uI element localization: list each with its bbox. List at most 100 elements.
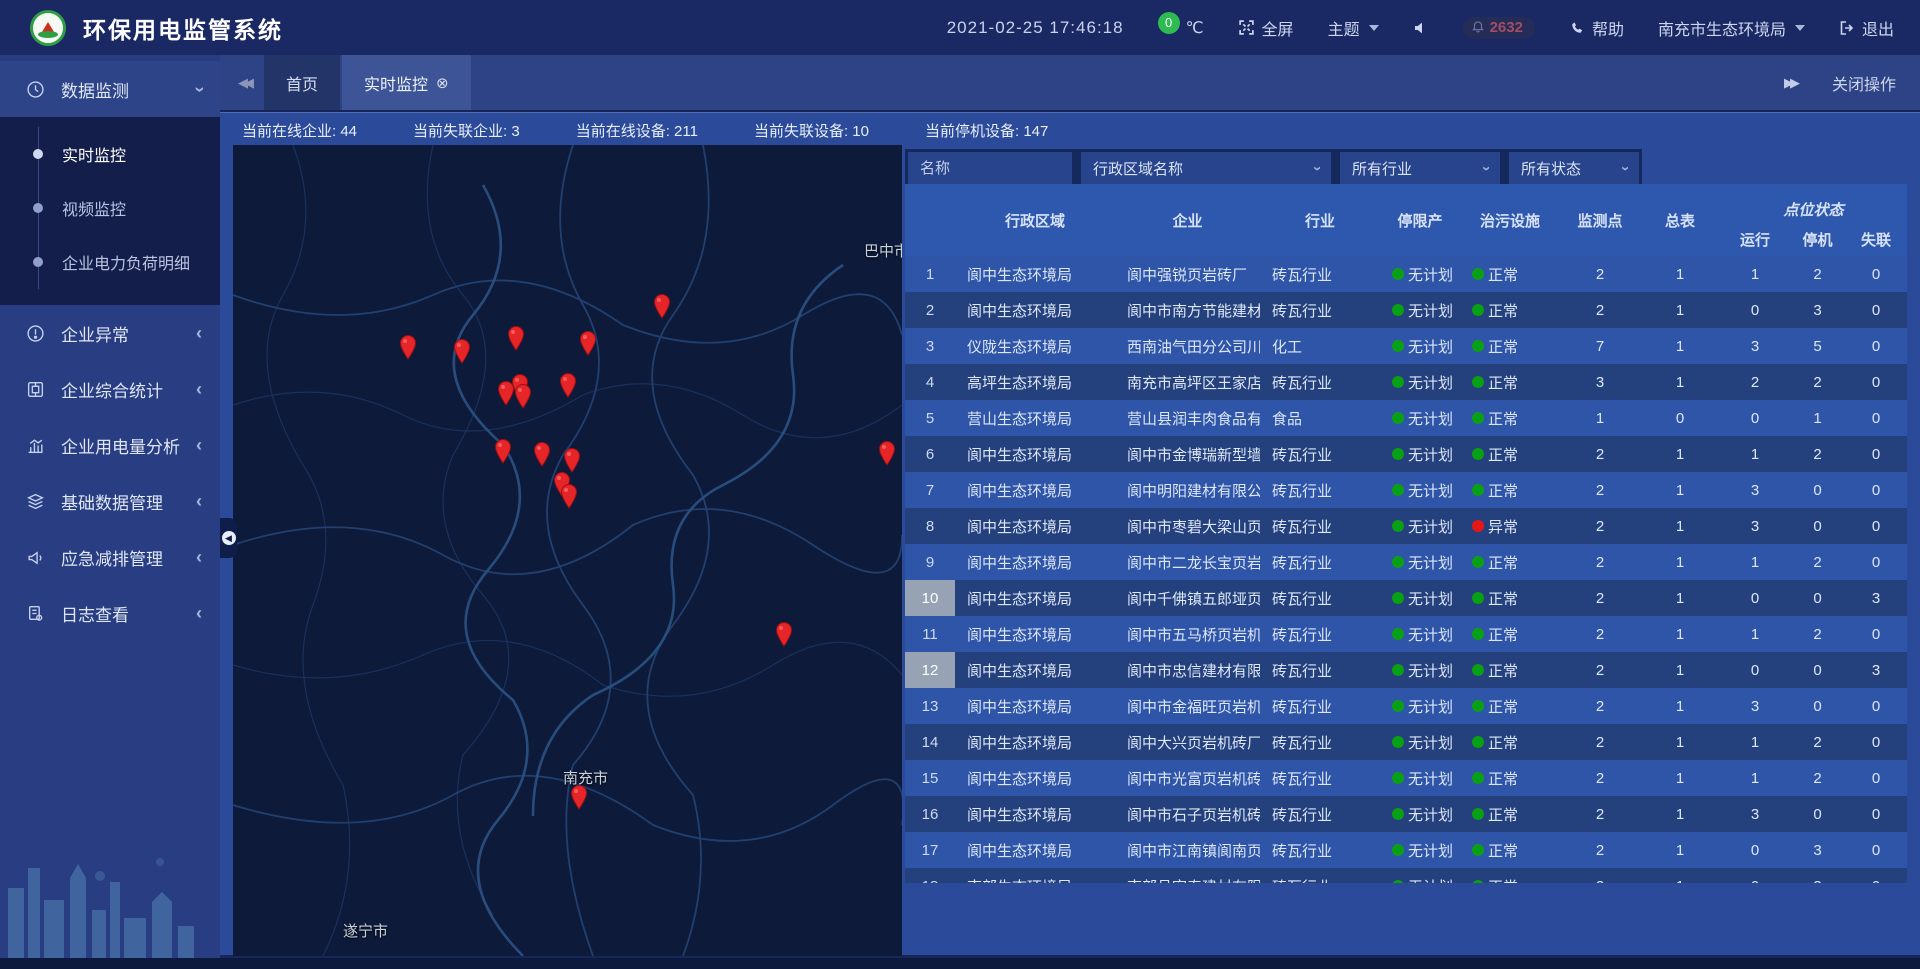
chevron-left-icon: ◀ — [222, 531, 236, 545]
status-label: 正常 — [1488, 804, 1518, 825]
org-menu[interactable]: 南充市生态环境局 — [1658, 16, 1805, 40]
sidebar-item-基础数据管理[interactable]: 基础数据管理‹ — [0, 473, 220, 529]
map-location-pin[interactable] — [877, 440, 897, 466]
tab-首页[interactable]: 首页 — [264, 55, 340, 110]
map-location-pin[interactable] — [652, 293, 672, 319]
map-location-pin[interactable] — [452, 338, 472, 364]
table-row[interactable]: 15阆中生态环境局阆中市光富页岩机砖厂砖瓦行业无计划正常21120 — [905, 760, 1907, 796]
table-row[interactable]: 17阆中生态环境局阆中市江南镇阆南页岩砖瓦行业无计划正常21030 — [905, 832, 1907, 868]
tabs-scroll-left-button[interactable]: ◀◀ — [220, 55, 264, 110]
map-location-pin[interactable] — [513, 383, 533, 409]
table-row[interactable]: 13阆中生态环境局阆中市金福旺页岩机砖砖瓦行业无计划正常21300 — [905, 688, 1907, 724]
table-row[interactable]: 3仪陇生态环境局西南油气田分公司川中化工无计划正常71350 — [905, 328, 1907, 364]
name-filter-input[interactable] — [908, 152, 1072, 184]
cell-monitor-count: 2 — [1560, 616, 1640, 652]
cell-industry: 砖瓦行业 — [1260, 652, 1380, 688]
cell-industry: 砖瓦行业 — [1260, 292, 1380, 328]
table-row[interactable]: 11阆中生态环境局阆中市五马桥页岩机砖砖瓦行业无计划正常21120 — [905, 616, 1907, 652]
industry-filter-select[interactable]: 所有行业‹ — [1340, 152, 1500, 184]
chevron-down-icon: ‹ — [1308, 166, 1325, 171]
table-row[interactable]: 7阆中生态环境局阆中明阳建材有限公司砖瓦行业无计划正常21300 — [905, 472, 1907, 508]
cell-company: 南充市高坪区王家店建 — [1115, 364, 1260, 400]
sidebar-subitem-实时监控[interactable]: 实时监控 — [0, 127, 220, 181]
cell-running-count: 3 — [1720, 508, 1790, 544]
table-row[interactable]: 5营山生态环境局营山县润丰肉食品有限食品无计划正常10010 — [905, 400, 1907, 436]
notification-count: 2632 — [1490, 19, 1523, 36]
notification-badge[interactable]: 2632 — [1463, 17, 1535, 39]
alert-icon — [26, 324, 45, 343]
row-index: 14 — [905, 724, 955, 760]
cell-stopped-count: 2 — [1790, 760, 1845, 796]
map-location-pin[interactable] — [578, 330, 598, 356]
table-row[interactable]: 18南部生态环境局南部县宏泰建材有限公砖瓦行业无计划正常21030 — [905, 868, 1907, 883]
col-header-meter: 总表 — [1640, 184, 1720, 256]
sidebar-nav: 数据监测‹实时监控视频监控企业电力负荷明细企业异常‹企业综合统计‹企业用电量分析… — [0, 55, 220, 958]
map-location-pin[interactable] — [774, 621, 794, 647]
table-row[interactable]: 12阆中生态环境局阆中市忠信建材有限公砖瓦行业无计划正常21003 — [905, 652, 1907, 688]
sidebar-item-应急减排管理[interactable]: 应急减排管理‹ — [0, 529, 220, 585]
theme-menu[interactable]: 主题 — [1328, 16, 1379, 40]
region-filter-select[interactable]: 行政区域名称‹ — [1081, 152, 1331, 184]
map-location-pin[interactable] — [569, 784, 589, 810]
status-dot-green — [1392, 448, 1404, 460]
table-row[interactable]: 1阆中生态环境局阆中强锐页岩砖厂砖瓦行业无计划正常21120 — [905, 256, 1907, 292]
cell-company: 阆中市五马桥页岩机砖 — [1115, 616, 1260, 652]
monitoring-map[interactable]: 巴中市南充市遂宁市 — [233, 145, 902, 956]
table-row[interactable]: 8阆中生态环境局阆中市枣碧大梁山页岩砖瓦行业无计划异常21300 — [905, 508, 1907, 544]
map-location-pin[interactable] — [562, 447, 582, 473]
chevron-down-icon — [1369, 25, 1379, 31]
table-row[interactable]: 9阆中生态环境局阆中市二龙长宝页岩砖砖瓦行业无计划正常21120 — [905, 544, 1907, 580]
table-row[interactable]: 14阆中生态环境局阆中大兴页岩机砖厂砖瓦行业无计划正常21120 — [905, 724, 1907, 760]
status-label: 无计划 — [1408, 516, 1453, 537]
status-label: 无计划 — [1408, 624, 1453, 645]
map-location-pin[interactable] — [559, 483, 579, 509]
table-row[interactable]: 2阆中生态环境局阆中市南方节能建材有砖瓦行业无计划正常21030 — [905, 292, 1907, 328]
name-input[interactable] — [920, 160, 1060, 177]
sidebar-subitem-视频监控[interactable]: 视频监控 — [0, 181, 220, 235]
sidebar-item-企业用电量分析[interactable]: 企业用电量分析‹ — [0, 417, 220, 473]
sidebar-item-企业异常[interactable]: 企业异常‹ — [0, 305, 220, 361]
table-row[interactable]: 10阆中生态环境局阆中千佛镇五郎垭页岩砖瓦行业无计划正常21003 — [905, 580, 1907, 616]
app-title: 环保用电监管系统 — [83, 11, 283, 45]
tab-实时监控[interactable]: 实时监控⊗ — [342, 55, 471, 110]
sidebar-item-数据监测[interactable]: 数据监测‹ — [0, 61, 220, 117]
sidebar-item-label: 企业异常 — [61, 321, 129, 346]
close-operations-button[interactable]: 关闭操作 — [1832, 71, 1896, 95]
chevron-down-icon: ‹ — [189, 86, 210, 92]
logout-button[interactable]: 退出 — [1839, 16, 1894, 40]
sidebar-item-日志查看[interactable]: 日志查看‹ — [0, 585, 220, 641]
status-filter-select[interactable]: 所有状态‹ — [1509, 152, 1639, 184]
cell-stopped-count: 0 — [1790, 652, 1845, 688]
sidebar-collapse-button[interactable]: ◀ — [220, 518, 237, 558]
sidebar-item-企业综合统计[interactable]: 企业综合统计‹ — [0, 361, 220, 417]
cell-monitor-count: 2 — [1560, 436, 1640, 472]
phone-icon — [1569, 20, 1585, 36]
map-location-pin[interactable] — [506, 325, 526, 351]
cell-company: 阆中市二龙长宝页岩砖 — [1115, 544, 1260, 580]
status-dot-green — [1392, 628, 1404, 640]
map-location-pin[interactable] — [493, 438, 513, 464]
sidebar-subitem-企业电力负荷明细[interactable]: 企业电力负荷明细 — [0, 235, 220, 289]
sound-toggle[interactable] — [1413, 20, 1429, 36]
status-label: 无计划 — [1408, 696, 1453, 717]
fullscreen-button[interactable]: 全屏 — [1238, 16, 1294, 40]
map-location-pin[interactable] — [532, 441, 552, 467]
help-button[interactable]: 帮助 — [1569, 16, 1624, 40]
map-location-pin[interactable] — [558, 372, 578, 398]
cell-company: 阆中明阳建材有限公司 — [1115, 472, 1260, 508]
map-location-pin[interactable] — [398, 334, 418, 360]
tabs-scroll-right-button[interactable]: ▶▶ — [1784, 75, 1796, 91]
table-row[interactable]: 6阆中生态环境局阆中市金博瑞新型墙材砖瓦行业无计划正常21120 — [905, 436, 1907, 472]
cell-industry: 砖瓦行业 — [1260, 544, 1380, 580]
table-row[interactable]: 16阆中生态环境局阆中市石子页岩机砖厂砖瓦行业无计划正常21300 — [905, 796, 1907, 832]
table-row[interactable]: 4高坪生态环境局南充市高坪区王家店建砖瓦行业无计划正常31220 — [905, 364, 1907, 400]
status-dot-green — [1472, 448, 1484, 460]
status-dot-green — [1472, 592, 1484, 604]
cell-treatment-status: 正常 — [1460, 328, 1560, 364]
row-index: 3 — [905, 328, 955, 364]
cell-production-status: 无计划 — [1380, 292, 1460, 328]
tab-close-icon[interactable]: ⊗ — [436, 74, 449, 92]
stat-当前在线设备: 当前在线设备: 211 — [576, 120, 698, 141]
cell-monitor-count: 2 — [1560, 256, 1640, 292]
col-header-industry: 行业 — [1260, 184, 1380, 256]
